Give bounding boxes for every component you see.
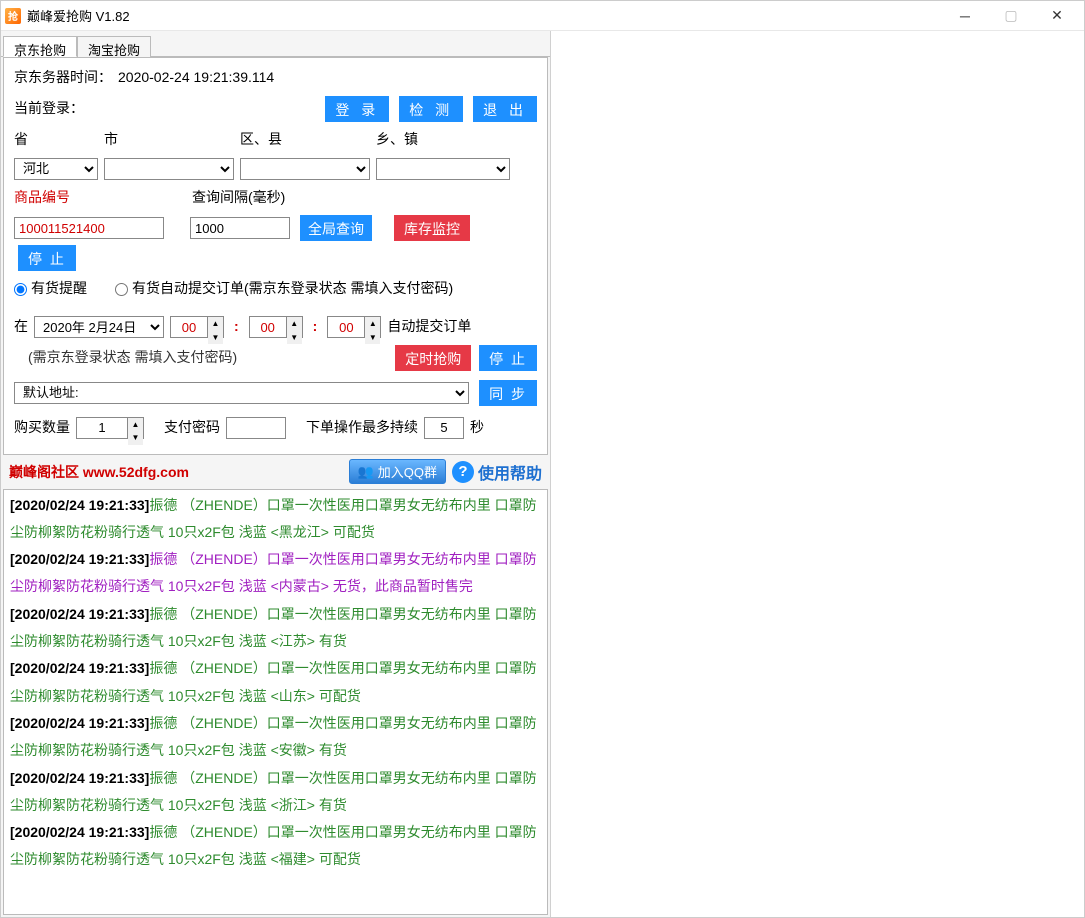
timed-buy-button[interactable]: 定时抢购: [395, 345, 471, 371]
maximize-button[interactable]: ▢: [988, 2, 1034, 30]
minute-down[interactable]: ▼: [287, 331, 302, 345]
auto-submit-suffix: 自动提交订单: [387, 315, 471, 339]
login-button[interactable]: 登 录: [325, 96, 389, 122]
left-pane: 京东抢购 淘宝抢购 京东务器时间： 2020-02-24 19:21:39.11…: [1, 31, 551, 917]
interval-label: 查询间隔(毫秒): [192, 186, 285, 210]
paypwd-input[interactable]: [226, 417, 286, 439]
help-button[interactable]: ? 使用帮助: [452, 460, 542, 484]
paypwd-label: 支付密码: [164, 416, 220, 440]
log-line: [2020/02/24 19:21:33]振德 （ZHENDE）口罩一次性医用口…: [10, 765, 541, 820]
second-down[interactable]: ▼: [365, 331, 380, 345]
max-duration-label: 下单操作最多持续: [306, 416, 418, 440]
tab-jd[interactable]: 京东抢购: [3, 36, 77, 57]
hour-down[interactable]: ▼: [208, 331, 223, 345]
hour-up[interactable]: ▲: [208, 317, 223, 331]
qty-down[interactable]: ▼: [128, 431, 143, 445]
date-select[interactable]: 2020年 2月24日: [34, 316, 164, 338]
log-line: [2020/02/24 19:21:33]振德 （ZHENDE）口罩一次性医用口…: [10, 710, 541, 765]
province-header: 省: [14, 128, 104, 152]
city-header: 市: [104, 128, 240, 152]
qty-input[interactable]: [77, 418, 127, 438]
help-icon: ?: [452, 461, 474, 483]
exit-button[interactable]: 退 出: [473, 96, 537, 122]
qq-icon: 👥: [358, 464, 374, 480]
product-id-input[interactable]: [14, 217, 164, 239]
detect-button[interactable]: 检 测: [399, 96, 463, 122]
radio-stock-alert-label: 有货提醒: [31, 277, 87, 301]
radio-stock-alert[interactable]: 有货提醒: [14, 277, 87, 301]
seconds-label: 秒: [470, 416, 484, 440]
province-select[interactable]: 河北: [14, 158, 98, 180]
radio-stock-alert-input[interactable]: [14, 283, 27, 296]
second-up[interactable]: ▲: [365, 317, 380, 331]
schedule-hint: (需京东登录状态 需填入支付密码): [14, 346, 237, 370]
qty-up[interactable]: ▲: [128, 418, 143, 432]
join-qq-button[interactable]: 👥 加入QQ群: [349, 459, 446, 484]
log-line: [2020/02/24 19:21:33]振德 （ZHENDE）口罩一次性医用口…: [10, 546, 541, 601]
log-line: [2020/02/24 19:21:33]振德 （ZHENDE）口罩一次性医用口…: [10, 819, 541, 874]
qty-spinner[interactable]: ▲▼: [76, 417, 144, 439]
district-header: 区、县: [240, 128, 376, 152]
titlebar: 抢 巅峰爱抢购 V1.82 ─ ▢ ✕: [1, 1, 1084, 31]
login-label: 当前登录：: [14, 97, 84, 121]
stop-monitor-button[interactable]: 停 止: [18, 245, 76, 271]
log-area[interactable]: [2020/02/24 19:21:33]振德 （ZHENDE）口罩一次性医用口…: [3, 489, 548, 915]
help-label: 使用帮助: [478, 460, 542, 484]
community-label: 巅峰阁社区: [9, 464, 83, 480]
radio-auto-submit-input[interactable]: [115, 283, 128, 296]
global-query-button[interactable]: 全局查询: [300, 215, 372, 241]
app-icon: 抢: [5, 8, 21, 24]
tab-taobao[interactable]: 淘宝抢购: [77, 36, 151, 57]
district-select[interactable]: [240, 158, 370, 180]
community-link[interactable]: www.52dfg.com: [83, 464, 189, 480]
log-line: [2020/02/24 19:21:33]振德 （ZHENDE）口罩一次性医用口…: [10, 601, 541, 656]
second-input[interactable]: [328, 317, 364, 337]
product-id-label: 商品编号: [14, 186, 186, 210]
window-title: 巅峰爱抢购 V1.82: [27, 6, 130, 25]
minimize-button[interactable]: ─: [942, 2, 988, 30]
minute-input[interactable]: [250, 317, 286, 337]
form-area: 京东务器时间： 2020-02-24 19:21:39.114 当前登录： 登 …: [3, 57, 548, 455]
server-time-label: 京东务器时间：: [14, 66, 112, 90]
minute-up[interactable]: ▲: [287, 317, 302, 331]
stop-timed-button[interactable]: 停 止: [479, 345, 537, 371]
hour-input[interactable]: [171, 317, 207, 337]
colon2: :: [309, 315, 322, 339]
colon1: :: [230, 315, 243, 339]
sync-button[interactable]: 同 步: [479, 380, 537, 406]
app-window: 抢 巅峰爱抢购 V1.82 ─ ▢ ✕ 京东抢购 淘宝抢购 京东务器时间： 20…: [0, 0, 1085, 918]
minute-spinner[interactable]: ▲▼: [249, 316, 303, 338]
tab-bar: 京东抢购 淘宝抢购: [1, 31, 550, 57]
hour-spinner[interactable]: ▲▼: [170, 316, 224, 338]
radio-auto-submit[interactable]: 有货自动提交订单(需京东登录状态 需填入支付密码): [115, 277, 453, 301]
at-label: 在: [14, 315, 28, 339]
second-spinner[interactable]: ▲▼: [327, 316, 381, 338]
right-pane: [551, 31, 1084, 917]
log-line: [2020/02/24 19:21:33]振德 （ZHENDE）口罩一次性医用口…: [10, 492, 541, 547]
radio-auto-submit-label: 有货自动提交订单(需京东登录状态 需填入支付密码): [132, 277, 453, 301]
join-qq-label: 加入QQ群: [378, 462, 437, 481]
footer-links: 巅峰阁社区 www.52dfg.com 👥 加入QQ群 ? 使用帮助: [1, 455, 550, 489]
log-line: [2020/02/24 19:21:33]振德 （ZHENDE）口罩一次性医用口…: [10, 655, 541, 710]
stock-monitor-button[interactable]: 库存监控: [394, 215, 470, 241]
town-header: 乡、镇: [376, 128, 516, 152]
server-time-value: 2020-02-24 19:21:39.114: [118, 66, 274, 90]
town-select[interactable]: [376, 158, 510, 180]
address-select[interactable]: 默认地址:: [14, 382, 469, 404]
interval-input[interactable]: [190, 217, 290, 239]
close-button[interactable]: ✕: [1034, 2, 1080, 30]
city-select[interactable]: [104, 158, 234, 180]
max-duration-input[interactable]: [424, 417, 464, 439]
qty-label: 购买数量: [14, 416, 70, 440]
